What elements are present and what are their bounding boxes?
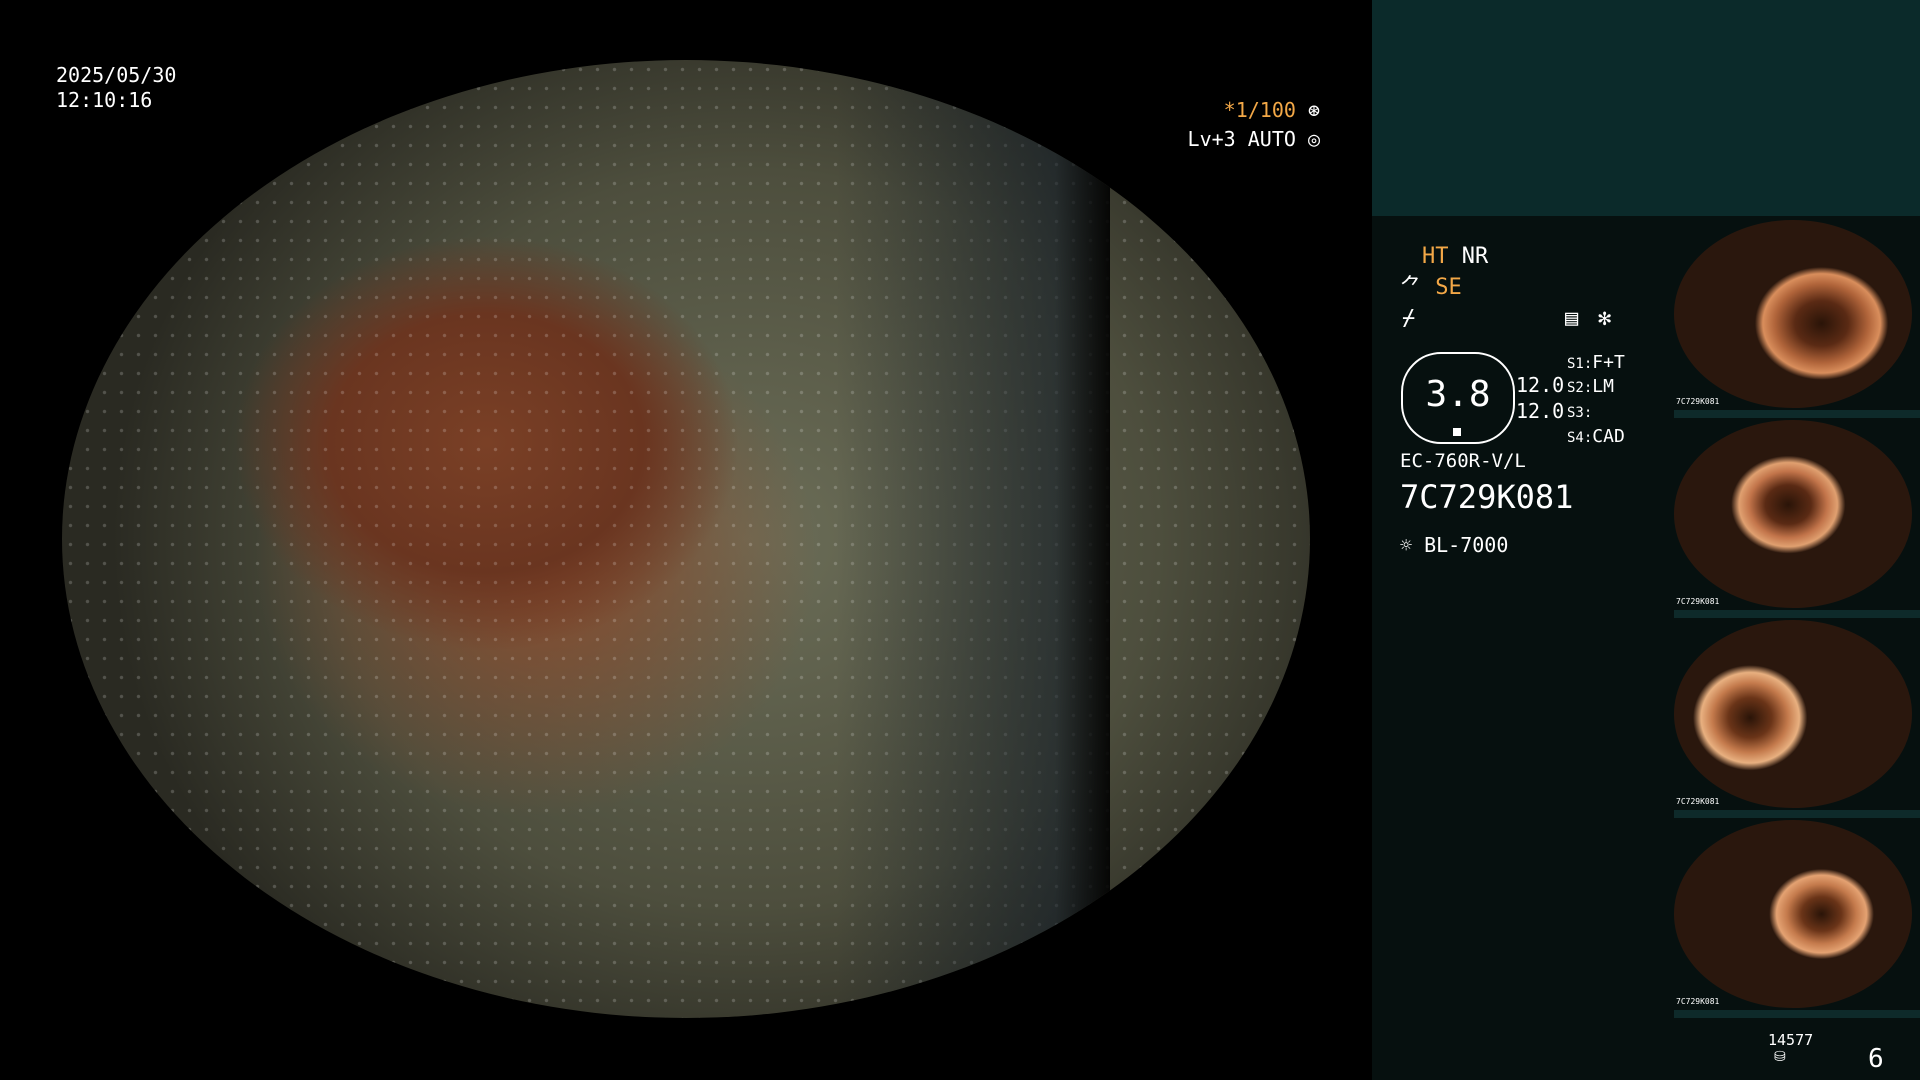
thumbnail-image [1674, 420, 1912, 608]
s-value-1: 12.0 [1516, 373, 1565, 397]
thumbnail[interactable]: 7C729K081 BL-7000 [1670, 818, 1920, 1020]
gauge-marker-icon [1453, 428, 1461, 436]
aperture-icon: ⊛ [1307, 98, 1320, 122]
s4-val: CAD [1592, 426, 1625, 447]
thumbnail-id: 7C729K081 [1676, 997, 1720, 1006]
thumbnail-strip: 7C729K081 BL-7000 7C729K081 BL-7000 7C72… [1670, 218, 1920, 1020]
endoscope-image [62, 60, 1310, 1018]
s1-val: F+T [1592, 352, 1625, 373]
s1-row: S1:F+T [1567, 350, 1625, 377]
page-number: 6 [1868, 1044, 1884, 1074]
endoscope-view: 2025/05/30 12:10:16 *1/100 ⊛ Lv+3 AUTO ◎ [0, 0, 1372, 1080]
thumbnail-bar [1674, 1010, 1920, 1018]
scope-serial: 7C729K081 [1400, 478, 1574, 516]
info-panel: HT NR ⺈ SE ⌿ ▤ ✻ 3.8 12.0 12.0 S1:F+T S2… [1372, 0, 1920, 1080]
ht-nr-row: HT NR [1422, 244, 1488, 270]
thumbnail-image [1674, 220, 1912, 408]
s1-key: S1: [1567, 356, 1593, 372]
filter-icon: ⌿ [1402, 306, 1416, 331]
thumbnail-image [1674, 620, 1912, 808]
thumbnail-bar [1674, 810, 1920, 818]
thumbnail-bar [1674, 610, 1920, 618]
light-source-row: ☼ BL-7000 [1400, 532, 1508, 558]
storage-count: 14577 [1768, 1031, 1814, 1049]
nr-label: NR [1461, 244, 1489, 269]
thumbnail-id: 7C729K081 [1676, 597, 1720, 606]
iris-icon: ◎ [1307, 127, 1320, 151]
gauge: 3.8 [1401, 352, 1515, 444]
s4-key: S4: [1567, 430, 1593, 446]
light-icon: ☼ [1400, 533, 1413, 557]
gauge-value: 3.8 [1425, 374, 1491, 415]
storage-readout: 14577 ⛁ [1768, 1031, 1813, 1065]
structure-icon: ⺈ [1400, 275, 1423, 300]
exposure-readout: *1/100 ⊛ [1224, 98, 1320, 123]
patient-info-box [1372, 0, 1920, 216]
time-label: 12:10:16 [56, 88, 153, 112]
thumbnail-image [1674, 820, 1912, 1008]
storage-icon: ⛁ [1774, 1049, 1786, 1065]
se-label: SE [1435, 275, 1462, 300]
level-auto-value: Lv+3 AUTO [1187, 127, 1296, 151]
ht-label: HT [1422, 244, 1449, 269]
star-icon: ✻ [1598, 306, 1612, 331]
light-source-label: BL-7000 [1424, 533, 1509, 557]
level-auto-readout: Lv+3 AUTO ◎ [1188, 127, 1320, 152]
s-value-2: 12.0 [1516, 399, 1565, 423]
s3-key: S3: [1567, 405, 1593, 421]
s4-row: S4:CAD [1567, 424, 1625, 451]
s2-row: S2:LM [1567, 374, 1614, 401]
scope-model: EC-760R-V/L [1400, 450, 1526, 472]
thumbnail-id: 7C729K081 [1676, 797, 1720, 806]
thumbnail-bar [1674, 410, 1920, 418]
thumbnail-id: 7C729K081 [1676, 397, 1720, 406]
thumbnail[interactable]: 7C729K081 BL-7000 [1670, 418, 1920, 620]
thumbnail[interactable]: 7C729K081 BL-7000 [1670, 218, 1920, 420]
date-label: 2025/05/30 [56, 63, 177, 87]
se-row: ⺈ SE [1400, 275, 1462, 301]
thumbnail[interactable]: 7C729K081 BL-7000 [1670, 618, 1920, 820]
exposure-value: *1/100 [1223, 98, 1296, 122]
date-time: 2025/05/30 12:10:16 [56, 63, 176, 113]
s2-val: LM [1592, 376, 1614, 397]
settings-icon: ▤ [1565, 306, 1579, 331]
s2-key: S2: [1567, 380, 1593, 396]
s3-row: S3: [1567, 399, 1592, 426]
